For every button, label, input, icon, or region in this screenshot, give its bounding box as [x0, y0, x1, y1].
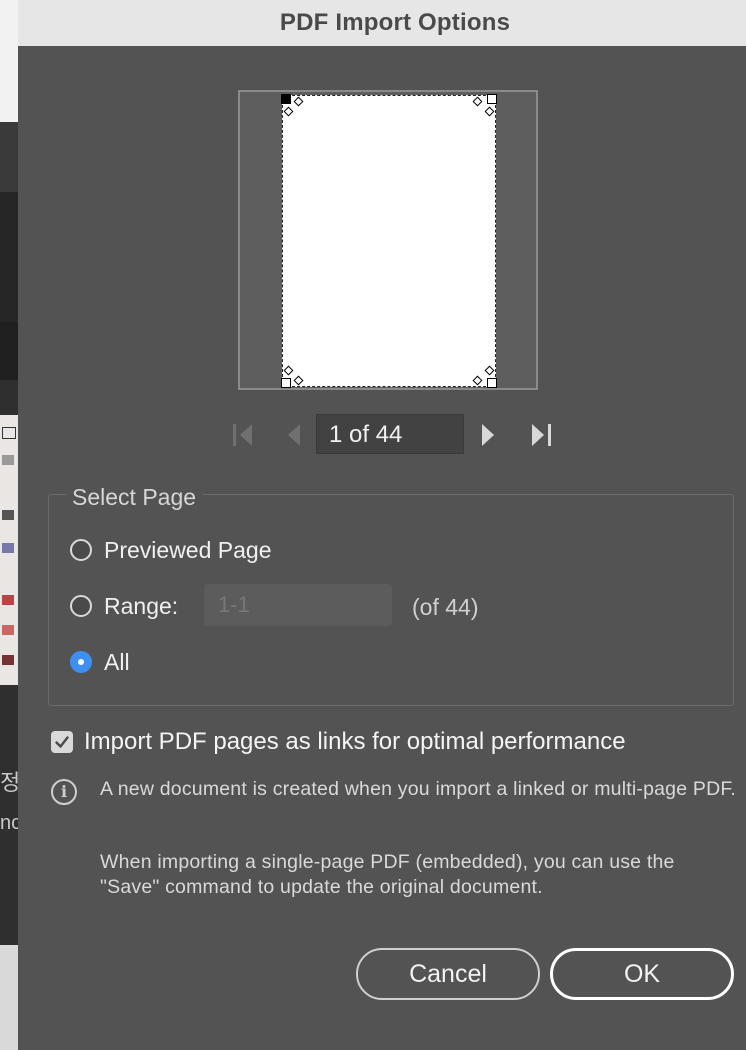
page-navigator: 1 of 44 [18, 414, 746, 456]
checkbox-label: Import PDF pages as links for optimal pe… [84, 728, 626, 755]
info-text: When importing a single-page PDF (embedd… [100, 851, 675, 898]
preview-page-thumbnail [281, 94, 497, 388]
corner-handle [281, 94, 291, 104]
corner-handle [487, 378, 497, 388]
background-text: nc [0, 812, 18, 834]
all-pages-option[interactable]: All [70, 647, 130, 677]
corner-handle [281, 378, 291, 388]
crop-mark [484, 106, 495, 117]
next-page-button[interactable] [476, 422, 500, 448]
cancel-button[interactable]: Cancel [356, 948, 540, 1000]
first-page-button[interactable] [230, 422, 256, 448]
info-text: A new document is created when you impor… [100, 778, 736, 800]
background-text: 정 [0, 770, 18, 795]
range-option[interactable]: Range: [70, 591, 178, 621]
background-panel [0, 945, 18, 1050]
crop-mark [293, 96, 304, 107]
background-application: 정 nc [0, 0, 18, 1050]
checkmark-icon [55, 736, 69, 748]
previewed-page-option[interactable]: Previewed Page [70, 535, 272, 565]
corner-handle [487, 94, 497, 104]
triangle-left-icon [288, 424, 300, 446]
info-icon: i [51, 779, 77, 805]
page-preview [238, 90, 538, 390]
triangle-right-icon [482, 424, 494, 446]
crop-mark [472, 96, 483, 107]
background-panel [0, 322, 18, 380]
dialog-title: PDF Import Options [279, 9, 511, 36]
skip-to-first-icon [233, 424, 252, 446]
import-as-links-option[interactable]: Import PDF pages as links for optimal pe… [51, 727, 626, 757]
crop-mark [283, 106, 294, 117]
background-panel [0, 192, 18, 322]
radio-button-selected[interactable] [70, 651, 92, 673]
skip-to-last-icon [532, 424, 551, 446]
radio-button[interactable] [70, 595, 92, 617]
select-page-group-title: Select Page [66, 484, 203, 511]
range-input[interactable]: 1-1 [204, 584, 392, 626]
background-thumbnail [0, 415, 18, 685]
crop-mark [283, 365, 294, 376]
radio-label: Range: [104, 592, 179, 619]
radio-button[interactable] [70, 539, 92, 561]
page-number-field[interactable]: 1 of 44 [316, 414, 464, 454]
pdf-import-dialog: PDF Import Options 1 of 44 Select Page P… [18, 0, 746, 1050]
radio-label: Previewed Page [104, 536, 272, 563]
ok-button[interactable]: OK [550, 948, 734, 1000]
crop-mark [472, 375, 483, 386]
radio-label: All [104, 648, 130, 675]
background-panel [0, 122, 18, 192]
range-total-label: (of 44) [412, 594, 479, 620]
crop-mark [484, 365, 495, 376]
background-panel [0, 0, 18, 122]
previous-page-button[interactable] [282, 422, 306, 448]
last-page-button[interactable] [526, 422, 556, 448]
title-bar[interactable]: PDF Import Options [18, 0, 746, 46]
checkbox-checked[interactable] [51, 731, 73, 753]
crop-mark [293, 375, 304, 386]
